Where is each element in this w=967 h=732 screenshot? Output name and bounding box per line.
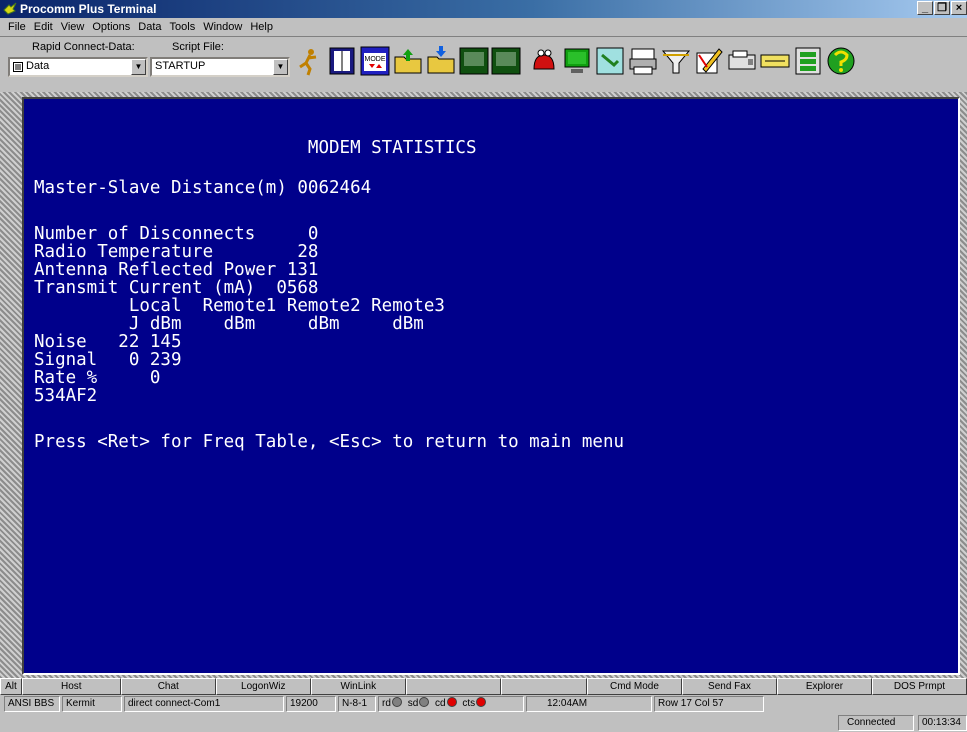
parity-status[interactable]: N-8-1 <box>338 696 376 712</box>
empty-status <box>766 696 886 712</box>
status-bar: ANSI BBS Kermit direct connect-Com1 1920… <box>0 696 967 713</box>
rapid-connect-value: Data <box>26 60 50 72</box>
download-folder-icon[interactable] <box>425 45 457 77</box>
procomm-app-icon[interactable] <box>3 2 17 16</box>
terminal-line: Transmit Current (mA) 0568 <box>34 278 319 298</box>
explorer-button[interactable]: Explorer <box>776 678 872 695</box>
connected-status: Connected <box>838 715 914 731</box>
meta-keys-icon[interactable] <box>792 45 824 77</box>
keyboard-icon[interactable] <box>759 45 791 77</box>
terminal-heading: MODEM STATISTICS <box>34 138 477 158</box>
line-status-leds: rd sd cd cts <box>378 696 524 712</box>
minimize-button[interactable]: _ <box>917 1 933 15</box>
mode-icon-label: MODE <box>365 56 386 63</box>
script-file-value: STARTUP <box>155 60 206 72</box>
close-button[interactable]: × <box>951 1 967 15</box>
cts-led-icon <box>476 697 487 707</box>
emulation-status[interactable]: ANSI BBS <box>4 696 60 712</box>
menu-tools[interactable]: Tools <box>166 18 200 36</box>
terminal-line: Radio Temperature 28 <box>34 242 319 262</box>
upload-folder-icon[interactable] <box>392 45 424 77</box>
rapid-connect-label: Rapid Connect-Data: <box>32 41 135 53</box>
kermit-icon[interactable] <box>528 45 560 77</box>
filter-icon[interactable] <box>660 45 692 77</box>
menu-edit[interactable]: Edit <box>30 18 57 36</box>
dos-prompt-button[interactable]: DOS Prmpt <box>871 678 967 695</box>
script-file-dropdown[interactable]: STARTUP ▼ <box>150 57 290 77</box>
help-icon[interactable] <box>825 45 857 77</box>
terminal-line: 534AF2 <box>34 386 98 406</box>
clock-status: 12:04AM <box>526 696 652 712</box>
alt-key-button[interactable]: Alt <box>0 678 22 695</box>
cts-label: cts <box>462 698 476 709</box>
chevron-down-icon[interactable]: ▼ <box>131 59 146 75</box>
cd-label: cd <box>435 698 446 709</box>
menu-help[interactable]: Help <box>246 18 277 36</box>
clipboard-icon[interactable] <box>594 45 626 77</box>
rd-label: rd <box>382 698 391 709</box>
menu-window[interactable]: Window <box>199 18 246 36</box>
elapsed-time: 00:13:34 <box>918 715 967 731</box>
cursor-position-status: Row 17 Col 57 <box>654 696 764 712</box>
rd-led-icon <box>391 697 402 707</box>
terminal-line: J dBm dBm dBm dBm <box>34 314 424 334</box>
terminal-line: Rate % 0 <box>34 368 161 388</box>
terminal-line: Antenna Reflected Power 131 <box>34 260 319 280</box>
printer-icon[interactable] <box>627 45 659 77</box>
fax-icon[interactable] <box>726 45 758 77</box>
menu-data[interactable]: Data <box>134 18 165 36</box>
empty-button-2[interactable] <box>500 678 587 695</box>
protocol-status[interactable]: Kermit <box>62 696 122 712</box>
menu-options[interactable]: Options <box>88 18 134 36</box>
terminal-prompt: Press <Ret> for Freq Table, <Esc> to ret… <box>34 432 625 452</box>
edit-pen-icon[interactable] <box>693 45 725 77</box>
logonwiz-button[interactable]: LogonWiz <box>215 678 311 695</box>
run-script-icon[interactable] <box>296 45 322 77</box>
terminal-line: Noise 22 145 <box>34 332 182 352</box>
connection-status[interactable]: direct connect-Com1 <box>124 696 284 712</box>
terminal-screen[interactable]: MODEM STATISTICS Master-Slave Distance(m… <box>22 97 960 675</box>
terminal-line: Local Remote1 Remote2 Remote3 <box>34 296 445 316</box>
terminal-line: Master-Slave Distance(m) 0062464 <box>34 178 372 198</box>
data-entry-icon <box>13 62 23 72</box>
title-bar: Procomm Plus Terminal _ ❐ × <box>0 0 967 18</box>
chevron-down-icon[interactable]: ▼ <box>273 59 288 75</box>
monitor-icon[interactable] <box>561 45 593 77</box>
sd-led-icon <box>419 697 430 707</box>
rapid-connect-dropdown[interactable]: Data ▼ <box>8 57 148 77</box>
mode-icon[interactable]: MODE <box>359 45 391 77</box>
script-file-label: Script File: <box>172 41 224 53</box>
connection-bar: Connected 00:13:34 <box>0 715 967 732</box>
phone-book-icon[interactable] <box>326 45 358 77</box>
winlink-button[interactable]: WinLink <box>310 678 406 695</box>
action-button-bar: Alt Host Chat LogonWiz WinLink Cmd Mode … <box>0 678 967 695</box>
cd-led-icon <box>446 697 457 707</box>
window-title: Procomm Plus Terminal <box>20 2 157 16</box>
toolbar: Rapid Connect-Data: Data ▼ Script File: … <box>0 36 967 92</box>
menu-view[interactable]: View <box>57 18 89 36</box>
menu-bar: File Edit View Options Data Tools Window… <box>0 18 967 36</box>
terminal-line: Number of Disconnects 0 <box>34 224 319 244</box>
terminal-line: Signal 0 239 <box>34 350 182 370</box>
chat-button[interactable]: Chat <box>120 678 216 695</box>
empty-button-1[interactable] <box>405 678 501 695</box>
sd-label: sd <box>407 698 419 709</box>
baud-status[interactable]: 19200 <box>286 696 336 712</box>
send-fax-button[interactable]: Send Fax <box>681 678 777 695</box>
cmd-mode-button[interactable]: Cmd Mode <box>586 678 682 695</box>
restore-button[interactable]: ❐ <box>934 1 950 15</box>
host-button[interactable]: Host <box>21 678 121 695</box>
menu-file[interactable]: File <box>4 18 30 36</box>
capture-icon[interactable] <box>458 45 522 77</box>
